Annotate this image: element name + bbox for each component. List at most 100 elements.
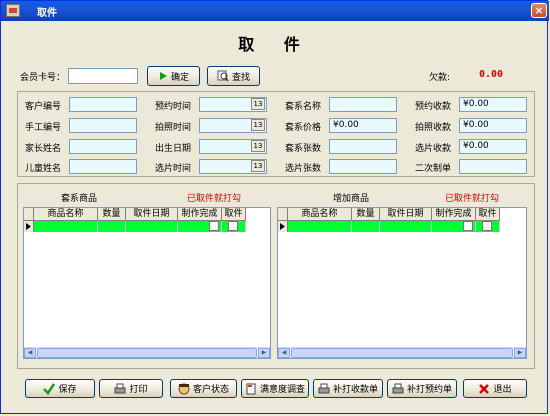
row-cell[interactable] xyxy=(178,221,222,232)
parent-name-field[interactable] xyxy=(69,139,137,154)
survey-button[interactable]: 满意度调查 xyxy=(241,379,309,398)
printer-icon xyxy=(318,383,330,393)
package-price-field[interactable]: ¥0.00 xyxy=(329,118,397,133)
shoot-time-label: 拍照时间 xyxy=(155,123,192,133)
select-time-label: 选片时间 xyxy=(155,164,192,174)
app-icon xyxy=(6,4,20,17)
red-x-icon xyxy=(479,383,490,394)
manual-no-label: 手工编号 xyxy=(25,123,62,133)
title-bar[interactable]: 取件 × xyxy=(1,1,549,21)
row-selector[interactable] xyxy=(24,221,34,232)
select-count-field[interactable] xyxy=(329,159,397,174)
checkmark-icon xyxy=(43,382,56,395)
child-name-field[interactable] xyxy=(69,159,137,174)
exit-button[interactable]: 退出 xyxy=(463,379,527,398)
user-face-icon xyxy=(178,383,190,394)
calendar-icon[interactable]: 13 xyxy=(251,160,265,172)
print-button[interactable]: 打印 xyxy=(99,379,163,398)
select-fee-field[interactable]: ¥0.00 xyxy=(459,139,527,154)
printer-icon xyxy=(392,383,404,393)
table-row[interactable] xyxy=(278,221,500,232)
manual-no-field[interactable] xyxy=(69,118,137,133)
exit-label: 退出 xyxy=(493,385,512,395)
parent-name-label: 家长姓名 xyxy=(25,144,62,154)
column-header[interactable]: 制作完成 xyxy=(178,208,222,221)
card-number-input[interactable] xyxy=(68,68,138,84)
package-count-field[interactable] xyxy=(329,139,397,154)
customer-no-label: 客户编号 xyxy=(25,102,62,112)
row-cell[interactable] xyxy=(126,221,178,232)
reserve-fee-field[interactable]: ¥0.00 xyxy=(459,97,527,112)
document-icon xyxy=(246,383,256,394)
left-panel-title: 套系商品 xyxy=(61,194,98,204)
save-button[interactable]: 保存 xyxy=(25,379,95,398)
scroll-right-icon[interactable]: ▶ xyxy=(258,348,270,358)
added-goods-grid[interactable]: 商品名称 数量 取件日期 制作完成 取件 ◀ ▶ xyxy=(277,207,527,359)
grid-header: 商品名称 数量 取件日期 制作完成 取件 xyxy=(24,208,246,221)
row-cell[interactable] xyxy=(98,221,126,232)
second-order-field[interactable] xyxy=(459,159,527,174)
scroll-thumb[interactable] xyxy=(291,348,513,358)
left-panel-hint: 已取件就打勾 xyxy=(187,194,242,204)
scroll-left-icon[interactable]: ◀ xyxy=(24,348,36,358)
save-label: 保存 xyxy=(58,385,77,395)
scroll-right-icon[interactable]: ▶ xyxy=(514,348,526,358)
reprint-receipt-button[interactable]: 补打收款单 xyxy=(313,379,383,398)
confirm-label: 确定 xyxy=(170,72,189,83)
card-number-label: 会员卡号： xyxy=(20,73,66,83)
scroll-left-icon[interactable]: ◀ xyxy=(278,348,290,358)
confirm-button[interactable]: 确定 xyxy=(147,66,200,86)
customer-status-button[interactable]: 客户状态 xyxy=(170,379,237,398)
calendar-icon[interactable]: 13 xyxy=(251,119,265,131)
debt-label: 欠款: xyxy=(429,73,451,83)
reserve-fee-label: 预约收款 xyxy=(415,102,452,112)
calendar-icon[interactable]: 13 xyxy=(251,98,265,110)
package-name-field[interactable] xyxy=(329,97,397,112)
search-button[interactable]: 查找 xyxy=(207,66,260,86)
column-header[interactable]: 数量 xyxy=(98,208,126,221)
checkbox[interactable] xyxy=(463,221,473,231)
customer-no-field[interactable] xyxy=(69,97,137,112)
debt-value: 0.00 xyxy=(479,69,504,80)
row-cell[interactable] xyxy=(352,221,380,232)
column-header[interactable]: 取件日期 xyxy=(380,208,432,221)
page-title: 取 件 xyxy=(238,35,312,54)
close-button[interactable]: × xyxy=(531,3,547,18)
column-header[interactable]: 商品名称 xyxy=(34,208,98,221)
column-header[interactable]: 取件 xyxy=(222,208,246,221)
column-header[interactable]: 取件日期 xyxy=(126,208,178,221)
row-pointer-icon xyxy=(280,223,285,230)
reprint-reservation-button[interactable]: 补打预约单 xyxy=(387,379,457,398)
calendar-icon[interactable]: 13 xyxy=(251,140,265,152)
scroll-thumb[interactable] xyxy=(37,348,257,358)
reprint-receipt-label: 补打收款单 xyxy=(332,385,378,395)
row-cell[interactable] xyxy=(34,221,98,232)
checkbox[interactable] xyxy=(482,221,492,231)
row-selector[interactable] xyxy=(278,221,288,232)
customer-status-label: 客户状态 xyxy=(192,385,229,395)
row-cell[interactable] xyxy=(380,221,432,232)
column-header[interactable]: 取件 xyxy=(476,208,500,221)
reprint-reservation-label: 补打预约单 xyxy=(406,385,452,395)
table-row[interactable] xyxy=(24,221,246,232)
horizontal-scrollbar[interactable]: ◀ ▶ xyxy=(24,347,270,358)
right-panel-title: 增加商品 xyxy=(333,194,370,204)
row-cell[interactable] xyxy=(222,221,246,232)
horizontal-scrollbar[interactable]: ◀ ▶ xyxy=(278,347,526,358)
row-pointer-icon xyxy=(26,223,31,230)
second-order-label: 二次制单 xyxy=(415,164,452,174)
checkbox[interactable] xyxy=(228,221,238,231)
column-header[interactable]: 制作完成 xyxy=(432,208,476,221)
package-goods-grid[interactable]: 商品名称 数量 取件日期 制作完成 取件 ◀ ▶ xyxy=(23,207,271,359)
column-header[interactable]: 数量 xyxy=(352,208,380,221)
shoot-fee-field[interactable]: ¥0.00 xyxy=(459,118,527,133)
checkbox[interactable] xyxy=(209,221,219,231)
shoot-fee-label: 拍照收款 xyxy=(415,123,452,133)
select-count-label: 选片张数 xyxy=(285,164,322,174)
survey-label: 满意度调查 xyxy=(259,385,305,395)
column-header[interactable]: 商品名称 xyxy=(288,208,352,221)
row-cell[interactable] xyxy=(288,221,352,232)
row-cell[interactable] xyxy=(432,221,476,232)
package-count-label: 套系张数 xyxy=(285,144,322,154)
row-cell[interactable] xyxy=(476,221,500,232)
